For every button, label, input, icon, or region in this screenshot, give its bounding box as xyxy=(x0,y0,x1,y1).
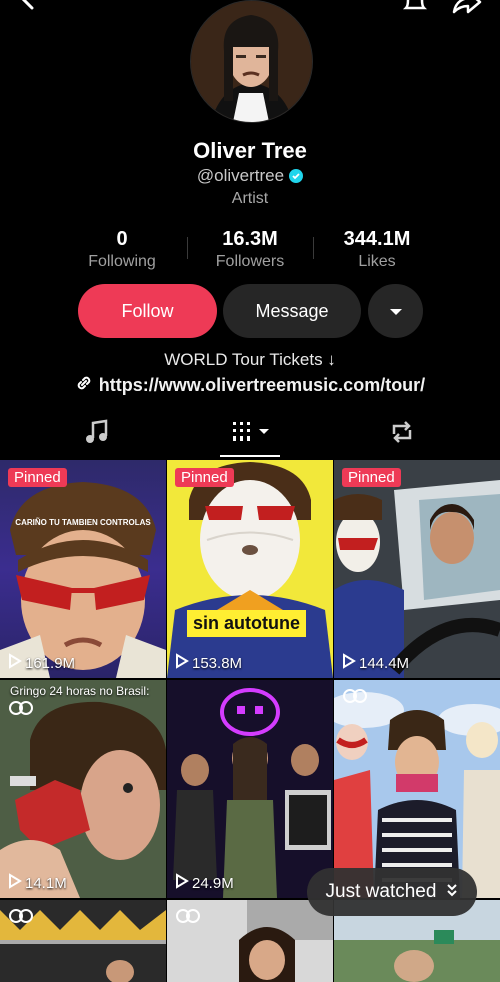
stat-followers[interactable]: 16.3M Followers xyxy=(185,228,315,271)
stat-divider xyxy=(313,237,314,259)
video-caption: Gringo 24 horas no Brasil: xyxy=(10,684,150,698)
collab-icon xyxy=(8,908,34,929)
collab-icon xyxy=(175,908,201,929)
likes-count: 344.1M xyxy=(343,228,411,250)
play-icon xyxy=(8,653,22,673)
play-icon xyxy=(8,873,22,893)
collab-icon xyxy=(8,700,34,721)
video-thumbnail[interactable] xyxy=(334,680,500,898)
view-count: 14.1M xyxy=(8,873,67,893)
bio-text: WORLD Tour Tickets ↓ xyxy=(164,350,336,369)
profile-tabs xyxy=(0,412,500,458)
active-tab-indicator xyxy=(220,455,280,457)
video-thumbnail[interactable]: 24.9M xyxy=(167,680,333,898)
caret-down-icon xyxy=(389,301,403,322)
view-count-value: 24.9M xyxy=(192,874,234,892)
view-count: 153.8M xyxy=(175,653,242,673)
link-icon xyxy=(75,374,93,397)
video-thumbnail[interactable]: sin autotune Pinned 153.8M xyxy=(167,460,333,678)
video-thumbnail[interactable] xyxy=(167,900,333,982)
video-thumbnail[interactable] xyxy=(0,900,166,982)
view-count-value: 161.9M xyxy=(25,654,76,672)
collab-icon xyxy=(342,688,368,709)
share-icon[interactable] xyxy=(450,0,482,21)
more-options-button[interactable] xyxy=(368,284,423,338)
following-count: 0 xyxy=(116,228,128,250)
view-count-value: 14.1M xyxy=(25,874,67,892)
view-count: 144.4M xyxy=(342,653,409,673)
double-chevron-down-icon xyxy=(446,881,458,903)
view-count: 161.9M xyxy=(8,653,75,673)
video-thumbnail[interactable]: Gringo 24 horas no Brasil: 14.1M xyxy=(0,680,166,898)
bell-icon[interactable] xyxy=(400,0,430,21)
video-thumbnail[interactable]: CARIÑO TU TAMBIEN CONTROLAS Pinned 161.9… xyxy=(0,460,166,678)
just-watched-button[interactable]: Just watched xyxy=(307,868,477,916)
followers-label: Followers xyxy=(215,253,285,270)
repost-icon[interactable] xyxy=(388,418,416,451)
likes-label: Likes xyxy=(358,253,396,270)
just-watched-label: Just watched xyxy=(325,881,437,902)
profile-handle: @olivertree xyxy=(196,166,285,185)
followers-count: 16.3M xyxy=(222,228,278,250)
link-url: https://www.olivertreemusic.com/tour/ xyxy=(98,375,426,395)
video-thumbnail[interactable]: Pinned 144.4M xyxy=(334,460,500,678)
handle-row: @olivertree xyxy=(0,166,500,186)
avatar[interactable] xyxy=(190,0,313,123)
video-caption: sin autotune xyxy=(187,610,306,637)
following-label: Following xyxy=(88,253,156,270)
play-icon xyxy=(175,653,189,673)
view-count: 24.9M xyxy=(175,873,234,893)
bio-link[interactable]: https://www.olivertreemusic.com/tour/ xyxy=(0,374,500,397)
pinned-badge: Pinned xyxy=(342,468,401,487)
back-icon[interactable] xyxy=(18,0,40,17)
pinned-badge: Pinned xyxy=(8,468,67,487)
video-caption: CARIÑO TU TAMBIEN CONTROLAS xyxy=(15,518,151,527)
message-button[interactable]: Message xyxy=(223,284,361,338)
stat-likes[interactable]: 344.1M Likes xyxy=(312,228,442,271)
verified-icon xyxy=(289,169,304,183)
tab-videos-grid[interactable] xyxy=(228,418,274,451)
stats-bar: 0 Following 16.3M Followers 344.1M Likes xyxy=(0,228,500,274)
profile-role: Artist xyxy=(231,190,269,207)
music-icon[interactable] xyxy=(84,418,110,451)
play-icon xyxy=(342,653,356,673)
play-icon xyxy=(175,873,189,893)
follow-button[interactable]: Follow xyxy=(78,284,217,338)
stat-divider xyxy=(187,237,188,259)
view-count-value: 144.4M xyxy=(359,654,410,672)
pinned-badge: Pinned xyxy=(175,468,234,487)
view-count-value: 153.8M xyxy=(192,654,243,672)
profile-name: Oliver Tree xyxy=(193,138,307,163)
stat-following[interactable]: 0 Following xyxy=(57,228,187,271)
